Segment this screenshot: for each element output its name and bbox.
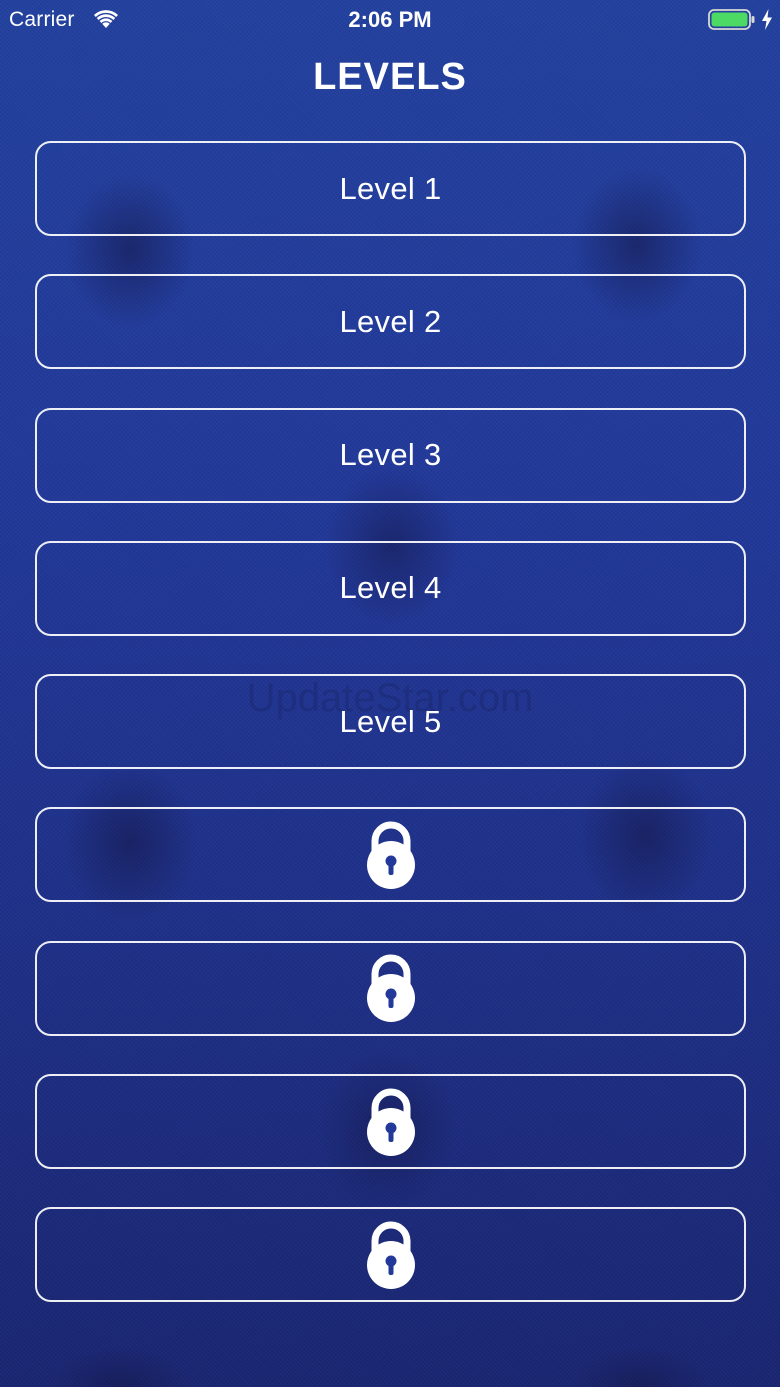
level-label: Level 1 <box>339 170 442 206</box>
battery-icon <box>708 9 755 30</box>
level-button[interactable]: Level 4 <box>35 540 746 636</box>
level-label: Level 2 <box>339 303 442 339</box>
charging-bolt-icon <box>762 9 772 30</box>
level-button[interactable]: Level 3 <box>35 407 746 503</box>
level-button-locked[interactable] <box>35 807 746 903</box>
status-bar: Carrier 2:06 PM <box>0 0 780 42</box>
level-button[interactable]: Level 5 <box>35 674 746 770</box>
level-label: Level 3 <box>339 437 442 473</box>
level-list: Level 1 Level 2 Level 3 Level 4 Level 5 <box>35 141 746 1341</box>
status-time: 2:06 PM <box>348 7 432 32</box>
level-button[interactable]: Level 2 <box>35 274 746 370</box>
lock-icon <box>366 1221 415 1289</box>
level-label: Level 4 <box>339 570 442 606</box>
lock-icon <box>366 1088 415 1156</box>
level-button-locked[interactable] <box>35 940 746 1036</box>
level-button[interactable]: Level 1 <box>35 141 746 236</box>
level-button-locked[interactable] <box>35 1074 746 1170</box>
page-title: LEVELS <box>313 56 467 98</box>
lock-icon <box>366 954 415 1023</box>
level-label: Level 5 <box>339 703 442 739</box>
level-button-locked[interactable] <box>35 1207 746 1303</box>
lock-icon <box>366 821 415 889</box>
